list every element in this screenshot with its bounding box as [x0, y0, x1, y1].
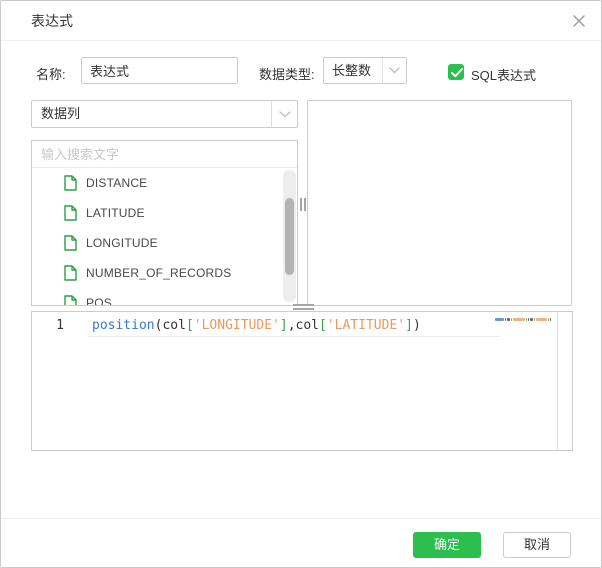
code-token-bracket: ] — [279, 318, 288, 333]
document-icon — [64, 265, 77, 281]
minimap-segment — [534, 317, 535, 321]
current-line-highlight — [88, 336, 500, 337]
minimap-segment — [548, 317, 549, 321]
field-list-item[interactable]: DISTANCE — [32, 168, 297, 198]
code-token-function: position — [92, 318, 155, 333]
close-icon[interactable] — [571, 13, 587, 29]
code-token-bracket: [ — [185, 318, 194, 333]
field-label: LATITUDE — [86, 206, 145, 220]
footer-divider — [1, 518, 601, 519]
datatype-selected-value: 长整数 — [332, 63, 372, 78]
editor-minimap — [495, 317, 552, 321]
chevron-down-icon — [271, 101, 297, 127]
field-list: DISTANCE LATITUDE LONGITUDE NUMBER_OF_RECOR… — [32, 168, 297, 306]
field-list-item[interactable]: NUMBER_OF_RECORDS — [32, 258, 297, 288]
vertical-splitter-handle[interactable] — [300, 198, 306, 211]
field-label: NUMBER_OF_RECORDS — [86, 266, 232, 280]
name-input[interactable] — [81, 57, 238, 84]
minimap-segment — [495, 317, 504, 321]
minimap-segment — [513, 317, 525, 321]
preview-panel — [307, 100, 572, 306]
sql-expression-checkbox[interactable] — [448, 64, 464, 80]
data-column-selected-value: 数据列 — [41, 106, 81, 121]
checkmark-icon — [451, 68, 463, 78]
document-icon — [64, 205, 77, 221]
minimap-divider — [557, 312, 558, 450]
minimap-segment — [530, 317, 533, 321]
datatype-select[interactable]: 长整数 — [323, 57, 407, 84]
minimap-segment — [528, 317, 529, 321]
expression-dialog: 表达式 名称: 数据类型: 长整数 SQL表达式 数据列 — [0, 0, 602, 568]
titlebar: 表达式 — [1, 1, 601, 41]
code-token-bracket: ] — [405, 318, 413, 333]
code-token-string: 'LATITUDE' — [326, 318, 406, 333]
name-label: 名称: — [36, 67, 66, 82]
code-token-plain: col — [295, 318, 319, 333]
code-token-plain: , — [287, 318, 296, 333]
code-token-plain: col — [162, 318, 186, 333]
document-icon — [64, 235, 77, 251]
field-list-item[interactable]: LONGITUDE — [32, 228, 297, 258]
field-label: POS — [86, 296, 112, 306]
scrollbar-thumb[interactable] — [285, 198, 294, 275]
datatype-label: 数据类型: — [259, 67, 315, 82]
scrollbar-track[interactable] — [283, 170, 296, 302]
minimap-segment — [507, 317, 510, 321]
cancel-button[interactable]: 取消 — [503, 532, 571, 558]
ok-button[interactable]: 确定 — [413, 532, 481, 558]
dialog-title: 表达式 — [31, 13, 73, 29]
chevron-down-icon — [382, 58, 406, 83]
document-icon — [64, 175, 77, 191]
search-input[interactable] — [32, 141, 297, 168]
sql-expression-label: SQL表达式 — [471, 68, 537, 83]
document-icon — [64, 295, 77, 305]
minimap-segment — [511, 317, 512, 321]
expression-code-editor[interactable]: 1 position(col['LONGITUDE'],col['LATITUD… — [31, 311, 573, 451]
data-column-select[interactable]: 数据列 — [31, 100, 298, 128]
minimap-segment — [536, 317, 547, 321]
line-number: 1 — [56, 318, 64, 333]
code-token-plain: ) — [412, 318, 421, 333]
field-label: LONGITUDE — [86, 236, 158, 250]
minimap-segment — [550, 317, 551, 321]
field-list-item[interactable]: POS — [32, 288, 297, 306]
horizontal-splitter-handle[interactable] — [293, 304, 314, 310]
field-list-item[interactable]: LATITUDE — [32, 198, 297, 228]
minimap-segment — [526, 317, 527, 321]
field-label: DISTANCE — [86, 176, 148, 190]
code-token-string: 'LONGITUDE' — [193, 318, 280, 333]
fields-panel: DISTANCE LATITUDE LONGITUDE NUMBER_OF_RECOR… — [31, 140, 298, 306]
code-token-bracket: [ — [319, 318, 327, 333]
minimap-segment — [505, 317, 506, 321]
code-line[interactable]: position(col['LONGITUDE'],col['LATITUDE'… — [92, 317, 421, 335]
